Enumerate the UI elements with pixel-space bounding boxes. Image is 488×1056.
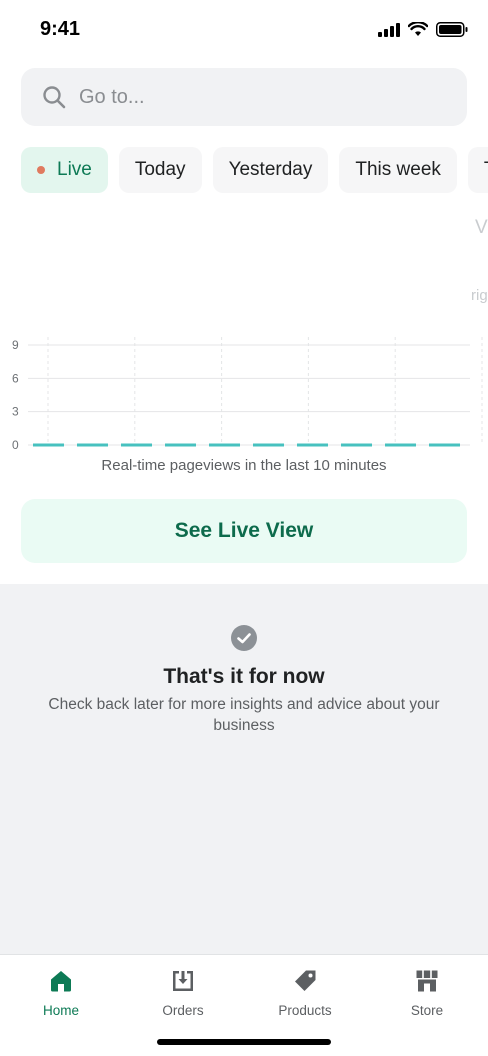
chip-today[interactable]: Today [118, 147, 202, 193]
tab-label: Products [278, 1003, 332, 1018]
tab-store[interactable]: Store [366, 955, 488, 1025]
chip-label: This week [355, 159, 441, 180]
live-dot-icon [37, 166, 45, 174]
checkmark-icon [231, 625, 257, 651]
battery-icon [436, 22, 468, 37]
y-tick-label: 6 [12, 371, 19, 385]
home-icon [51, 971, 71, 992]
signal-icon [378, 22, 400, 37]
chip-label: Live [57, 159, 92, 180]
status-time: 9:41 [40, 18, 81, 40]
chip-label: T [484, 159, 488, 181]
offscreen-text: V [475, 217, 488, 238]
chip-live[interactable]: Live [21, 147, 108, 193]
store-icon [416, 970, 438, 992]
home-indicator [157, 1039, 331, 1045]
empty-state-title: That's it for now [163, 665, 325, 688]
chart-caption: Real-time pageviews in the last 10 minut… [101, 457, 387, 474]
date-range-chips: Live Today Yesterday This week T [21, 147, 488, 193]
y-tick-label: 0 [12, 438, 19, 452]
tab-home[interactable]: Home [0, 955, 122, 1025]
chip-this-week[interactable]: This week [339, 147, 457, 193]
search-input[interactable]: Go to... [79, 86, 145, 109]
pageviews-chart: 0 3 6 9 [12, 337, 483, 452]
y-tick-label: 9 [12, 338, 19, 352]
orders-icon [173, 971, 193, 991]
tab-label: Home [42, 1003, 79, 1018]
y-tick-label: 3 [12, 405, 19, 419]
tab-products[interactable]: Products [244, 955, 366, 1025]
status-bar: 9:41 [0, 0, 488, 60]
chip-label: Today [134, 159, 186, 180]
wifi-icon [408, 22, 428, 36]
tab-label: Orders [162, 1003, 204, 1018]
chip-label: Yesterday [228, 159, 313, 180]
tab-orders[interactable]: Orders [122, 955, 244, 1025]
empty-state-section: That's it for now Check back later for m… [0, 584, 488, 954]
empty-state-description: Check back later for more insights and a… [48, 696, 440, 734]
tab-label: Store [410, 1003, 444, 1018]
status-icons [378, 22, 468, 37]
search-icon [43, 86, 66, 109]
chip-partial[interactable]: T [467, 147, 488, 193]
chip-yesterday[interactable]: Yesterday [212, 147, 329, 193]
offscreen-text: rig [471, 287, 488, 304]
see-live-view-button[interactable]: See Live View [21, 499, 467, 563]
search-bar[interactable]: Go to... [21, 68, 467, 126]
tag-icon [295, 970, 316, 991]
